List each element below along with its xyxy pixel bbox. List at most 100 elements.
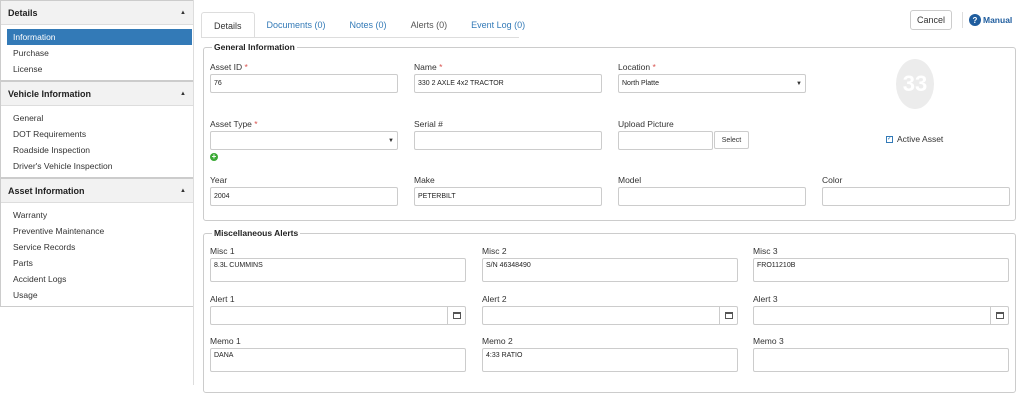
upload-picture-input[interactable]: [618, 131, 713, 150]
alert-1-field: Alert 1: [210, 294, 466, 325]
memo-3-field: Memo 3: [753, 336, 1009, 372]
year-field: Year 2004: [210, 175, 398, 206]
add-asset-type-icon[interactable]: +: [210, 153, 218, 161]
select-picture-button[interactable]: Select: [714, 131, 749, 149]
location-label: Location: [618, 62, 651, 72]
panel-legend: General Information: [212, 42, 297, 52]
location-select[interactable]: North Platte ▼: [618, 74, 806, 93]
alert-2-field: Alert 2: [482, 294, 738, 325]
serial-field: Serial #: [414, 119, 602, 150]
location-field: Location * North Platte ▼: [618, 62, 806, 93]
name-field: Name * 330 2 AXLE 4x2 TRACTOR: [414, 62, 602, 93]
alert-3-date-input[interactable]: [753, 306, 1009, 325]
sidebar-item-warranty[interactable]: Warranty: [1, 207, 193, 223]
sidebar-item-usage[interactable]: Usage: [1, 287, 193, 303]
tab-details[interactable]: Details: [201, 12, 255, 38]
asset-placeholder-image: 33: [896, 59, 934, 109]
sidebar-item-general[interactable]: General: [1, 110, 193, 126]
memo-3-label: Memo 3: [753, 336, 784, 346]
checkbox-checked-icon: ✓: [886, 135, 893, 143]
dropdown-arrow-icon: ▼: [796, 80, 802, 87]
tab-notes[interactable]: Notes (0): [338, 12, 399, 38]
manual-link[interactable]: ? Manual: [962, 12, 1012, 28]
upload-picture-label: Upload Picture: [618, 119, 674, 129]
caret-up-icon: ▲: [180, 9, 186, 16]
sidebar-header-vehicle-information[interactable]: Vehicle Information ▲: [1, 82, 193, 106]
alert-3-label: Alert 3: [753, 294, 778, 304]
sidebar-item-drivers-vehicle-inspection[interactable]: Driver's Vehicle Inspection: [1, 158, 193, 174]
sidebar-section-vehicle-information: Vehicle Information ▲ General DOT Requir…: [0, 81, 193, 178]
asset-id-field: Asset ID * 76: [210, 62, 398, 93]
color-label: Color: [822, 175, 843, 185]
active-asset-label: Active Asset: [897, 134, 944, 144]
color-input[interactable]: [822, 187, 1010, 206]
misc-1-input[interactable]: 8.3L CUMMINS: [210, 258, 466, 282]
memo-2-input[interactable]: 4:33 RATIO: [482, 348, 738, 372]
model-input[interactable]: [618, 187, 806, 206]
misc-3-label: Misc 3: [753, 246, 778, 256]
sidebar: Details ▲ Information Purchase License V…: [0, 0, 194, 385]
alert-2-date-input[interactable]: [482, 306, 738, 325]
model-field: Model: [618, 175, 806, 206]
make-field: Make PETERBILT: [414, 175, 602, 206]
sidebar-item-license[interactable]: License: [1, 61, 193, 77]
misc-2-label: Misc 2: [482, 246, 507, 256]
serial-input[interactable]: [414, 131, 602, 150]
calendar-icon[interactable]: [719, 307, 737, 324]
sidebar-item-information[interactable]: Information: [7, 29, 192, 45]
memo-1-label: Memo 1: [210, 336, 241, 346]
calendar-icon[interactable]: [447, 307, 465, 324]
model-label: Model: [618, 175, 642, 185]
active-asset-checkbox[interactable]: ✓ Active Asset: [886, 134, 943, 144]
calendar-icon[interactable]: [990, 307, 1008, 324]
sidebar-section-details: Details ▲ Information Purchase License: [0, 0, 193, 81]
tab-alerts[interactable]: Alerts (0): [399, 12, 460, 38]
alert-1-label: Alert 1: [210, 294, 235, 304]
memo-1-input[interactable]: DANA: [210, 348, 466, 372]
sidebar-item-purchase[interactable]: Purchase: [1, 45, 193, 61]
misc-3-input[interactable]: FRO11210B: [753, 258, 1009, 282]
caret-up-icon: ▲: [180, 90, 186, 97]
asset-type-field: Asset Type * ▼: [210, 119, 398, 150]
sidebar-item-service-records[interactable]: Service Records: [1, 239, 193, 255]
memo-3-input[interactable]: [753, 348, 1009, 372]
name-label: Name: [414, 62, 437, 72]
serial-label: Serial #: [414, 119, 443, 129]
sidebar-item-preventive-maintenance[interactable]: Preventive Maintenance: [1, 223, 193, 239]
name-input[interactable]: 330 2 AXLE 4x2 TRACTOR: [414, 74, 602, 93]
cancel-button[interactable]: Cancel: [910, 10, 952, 30]
sidebar-header-label: Vehicle Information: [8, 88, 92, 99]
sidebar-item-dot-requirements[interactable]: DOT Requirements: [1, 126, 193, 142]
asset-id-label: Asset ID: [210, 62, 243, 72]
year-label: Year: [210, 175, 228, 185]
make-input[interactable]: PETERBILT: [414, 187, 602, 206]
sidebar-header-details[interactable]: Details ▲: [1, 1, 193, 25]
year-input[interactable]: 2004: [210, 187, 398, 206]
sidebar-section-asset-information: Asset Information ▲ Warranty Preventive …: [0, 178, 193, 307]
sidebar-header-asset-information[interactable]: Asset Information ▲: [1, 179, 193, 203]
asset-type-select[interactable]: ▼: [210, 131, 398, 150]
tab-bar: Details Documents (0) Notes (0) Alerts (…: [201, 12, 537, 38]
alert-2-label: Alert 2: [482, 294, 507, 304]
help-icon: ?: [969, 14, 981, 26]
sidebar-item-roadside-inspection[interactable]: Roadside Inspection: [1, 142, 193, 158]
tab-documents[interactable]: Documents (0): [255, 12, 338, 38]
manual-label: Manual: [983, 15, 1013, 25]
misc-2-input[interactable]: S/N 46348490: [482, 258, 738, 282]
tab-event-log[interactable]: Event Log (0): [459, 12, 537, 38]
asset-type-label: Asset Type: [210, 119, 252, 129]
location-value: North Platte: [622, 80, 659, 87]
misc-1-label: Misc 1: [210, 246, 235, 256]
alert-1-date-input[interactable]: [210, 306, 466, 325]
sidebar-item-accident-logs[interactable]: Accident Logs: [1, 271, 193, 287]
dropdown-arrow-icon: ▼: [388, 137, 394, 144]
sidebar-header-label: Asset Information: [8, 185, 85, 196]
memo-2-field: Memo 2 4:33 RATIO: [482, 336, 738, 372]
asset-id-input[interactable]: 76: [210, 74, 398, 93]
memo-2-label: Memo 2: [482, 336, 513, 346]
sidebar-header-label: Details: [8, 7, 38, 18]
color-field: Color: [822, 175, 1010, 206]
misc-1-field: Misc 1 8.3L CUMMINS: [210, 246, 466, 282]
memo-1-field: Memo 1 DANA: [210, 336, 466, 372]
sidebar-item-parts[interactable]: Parts: [1, 255, 193, 271]
